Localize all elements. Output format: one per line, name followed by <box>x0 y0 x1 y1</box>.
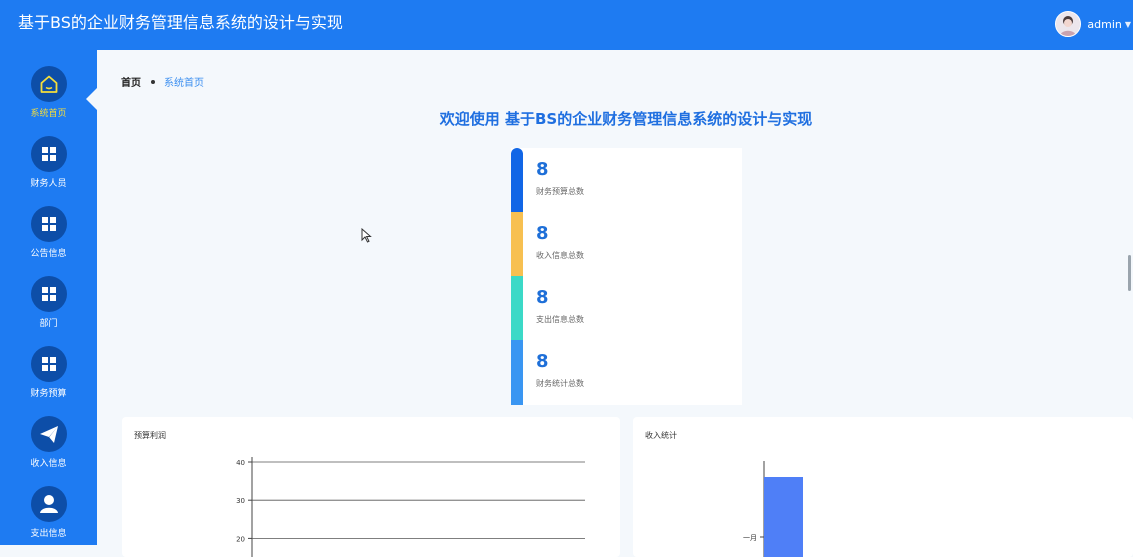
bar <box>764 477 803 557</box>
stat-label: 财务统计总数 <box>536 379 584 388</box>
income-stats-card: 收入统计 一月 <box>633 417 1133 557</box>
stat-label: 财务预算总数 <box>536 187 584 196</box>
stat-color-bar <box>511 148 523 212</box>
app-title: 基于BS的企业财务管理信息系统的设计与实现 <box>18 13 343 32</box>
username[interactable]: admin <box>1087 18 1121 31</box>
sidebar-item-budget[interactable]: 财务预算 <box>0 346 97 412</box>
stat-color-bar <box>511 212 523 276</box>
avatar[interactable] <box>1055 11 1082 37</box>
breadcrumb-current: 系统首页 <box>164 78 204 89</box>
stat-income-total: 8 收入信息总数 <box>511 212 742 276</box>
user-icon <box>30 486 67 522</box>
sidebar-item-label: 收入信息 <box>30 459 67 469</box>
budget-profit-card: 预算利润 40 30 20 <box>122 417 620 557</box>
grid-icon <box>30 346 67 382</box>
grid-icon <box>30 206 67 242</box>
sidebar-item-label: 公告信息 <box>30 249 67 259</box>
stat-color-bar <box>511 340 523 405</box>
y-tick-label: 40 <box>236 459 245 467</box>
active-indicator <box>86 88 97 110</box>
sidebar-item-expense[interactable]: 支出信息 <box>0 486 97 552</box>
sidebar-item-label: 财务预算 <box>30 389 67 399</box>
grid-icon <box>30 276 67 312</box>
line-chart: 40 30 20 <box>236 457 585 557</box>
stat-label: 支出信息总数 <box>536 315 584 324</box>
send-icon <box>30 416 67 452</box>
sidebar-item-department[interactable]: 部门 <box>0 276 97 342</box>
stat-value: 8 <box>536 223 549 244</box>
sidebar-item-label: 支出信息 <box>30 529 67 539</box>
chevron-down-icon[interactable]: ▼ <box>1125 20 1131 29</box>
user-menu[interactable]: admin ▼ <box>1055 11 1133 37</box>
stats-panel: 8 财务预算总数 8 收入信息总数 8 支出信息总数 8 财务统计总数 <box>511 148 742 405</box>
sidebar-item-label: 财务人员 <box>30 179 67 189</box>
stat-statistics-total: 8 财务统计总数 <box>511 340 742 405</box>
sidebar-item-label: 部门 <box>39 319 58 329</box>
top-header: 基于BS的企业财务管理信息系统的设计与实现 admin ▼ <box>0 0 1133 50</box>
grid-icon <box>30 136 67 172</box>
y-tick-label: 30 <box>236 497 245 505</box>
mouse-cursor-icon <box>361 228 372 243</box>
stat-budget-total: 8 财务预算总数 <box>511 148 742 212</box>
stat-label: 收入信息总数 <box>536 251 584 260</box>
sidebar-item-income[interactable]: 收入信息 <box>0 416 97 482</box>
y-tick-label: 20 <box>236 535 245 543</box>
stat-color-bar <box>511 276 523 340</box>
category-label: 一月 <box>743 534 757 542</box>
breadcrumb-home[interactable]: 首页 <box>121 74 141 89</box>
sidebar-item-notices[interactable]: 公告信息 <box>0 206 97 272</box>
breadcrumb-separator <box>151 79 155 84</box>
sidebar-item-finance-staff[interactable]: 财务人员 <box>0 136 97 202</box>
stat-expense-total: 8 支出信息总数 <box>511 276 742 340</box>
home-icon <box>30 66 67 102</box>
avatar-image <box>1056 12 1081 36</box>
bar-chart: 一月 <box>743 461 803 557</box>
stat-value: 8 <box>536 287 549 308</box>
stat-value: 8 <box>536 351 549 372</box>
welcome-title: 欢迎使用 基于BS的企业财务管理信息系统的设计与实现 <box>439 110 813 128</box>
scrollbar-thumb[interactable] <box>1128 255 1131 291</box>
breadcrumb: 首页 系统首页 <box>121 74 204 89</box>
stat-value: 8 <box>536 159 549 180</box>
